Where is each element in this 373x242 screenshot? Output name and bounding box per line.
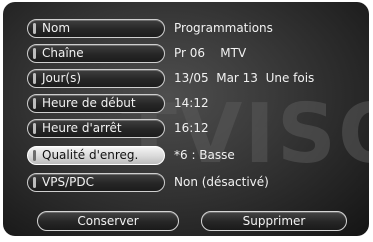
vps-pdc-field-button[interactable]: VPS/PDC xyxy=(27,173,165,192)
end-time-value: 16:12 xyxy=(174,121,209,135)
channel-field-button[interactable]: Chaîne xyxy=(27,44,165,63)
quality-field-button[interactable]: Qualité d'enreg. xyxy=(27,146,165,165)
recording-edit-screen: TVISO Nom Programmations Chaîne Pr 06 MT… xyxy=(0,0,373,242)
start-time-field-button[interactable]: Heure de début xyxy=(27,94,165,113)
vps-pdc-value: Non (désactivé) xyxy=(174,175,269,189)
quality-value: *6 : Basse xyxy=(174,148,235,162)
days-field-button[interactable]: Jour(s) xyxy=(27,69,165,88)
channel-value: Pr 06 MTV xyxy=(174,46,247,60)
save-button[interactable]: Conserver xyxy=(37,211,179,231)
delete-button[interactable]: Supprimer xyxy=(201,211,347,231)
name-value: Programmations xyxy=(174,21,273,35)
end-time-field-button[interactable]: Heure d'arrêt xyxy=(27,119,165,138)
name-field-button[interactable]: Nom xyxy=(27,19,165,38)
start-time-value: 14:12 xyxy=(174,96,209,110)
days-value: 13/05 Mar 13 Une fois xyxy=(174,71,315,85)
tv-menu-panel: TVISO Nom Programmations Chaîne Pr 06 MT… xyxy=(3,2,369,236)
